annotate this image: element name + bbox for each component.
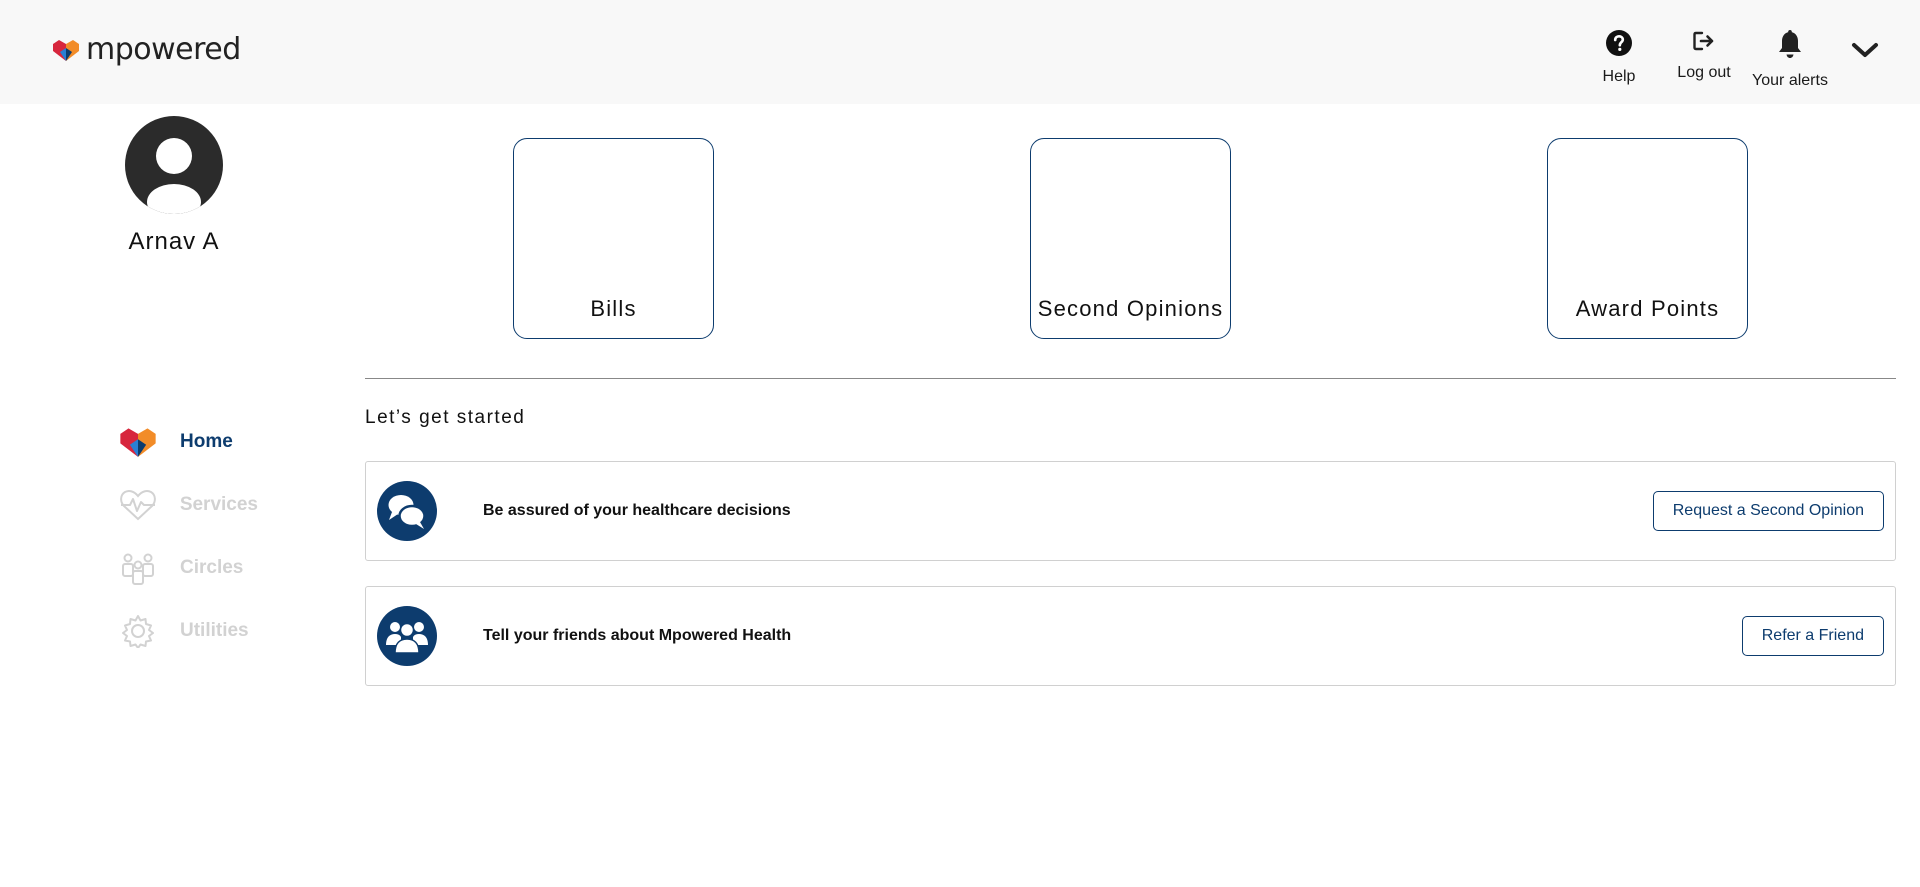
tile-label: Award Points: [1575, 296, 1720, 321]
logout-icon: [1693, 31, 1714, 51]
request-second-opinion-button[interactable]: Request a Second Opinion: [1652, 491, 1884, 531]
card-text: Tell your friends about Mpowered Health: [483, 627, 792, 644]
section-divider: [365, 378, 1896, 379]
sidebar-nav: Home Services Circles Utilities: [118, 410, 258, 662]
chat-bubbles-icon: [377, 481, 437, 541]
sidebar-item-label: Home: [180, 430, 233, 452]
refer-friend-card: Tell your friends about Mpowered Health …: [365, 586, 1896, 686]
sidebar-item-circles[interactable]: Circles: [118, 536, 258, 599]
bills-tile[interactable]: Bills: [513, 138, 714, 339]
brand-logo[interactable]: mpowered: [52, 32, 241, 67]
section-title: Let’s get started: [365, 407, 526, 428]
sidebar-item-label: Utilities: [180, 619, 249, 641]
people-group-icon: [118, 548, 158, 588]
top-bar: mpowered Help Log out Your alerts: [0, 0, 1920, 104]
sidebar-item-label: Services: [179, 493, 258, 515]
sidebar-item-home[interactable]: Home: [118, 410, 258, 473]
award-points-tile[interactable]: Award Points: [1547, 138, 1748, 339]
second-opinion-card: Be assured of your healthcare decisions …: [365, 461, 1896, 561]
user-name: Arnav A: [128, 228, 220, 255]
users-group-icon: [377, 606, 437, 666]
bell-icon: [1779, 30, 1801, 58]
refer-a-friend-button[interactable]: Refer a Friend: [1741, 616, 1884, 656]
heartbeat-icon: [118, 485, 158, 525]
sidebar-item-services[interactable]: Services: [118, 473, 258, 536]
user-profile: Arnav A: [110, 116, 238, 256]
help-label: Help: [1602, 68, 1636, 85]
alerts-button[interactable]: Your alerts: [1748, 30, 1832, 90]
mpowered-logo-icon: [53, 39, 79, 61]
tile-label: Bills: [590, 296, 637, 321]
heart-logo-icon: [118, 422, 158, 462]
account-menu-toggle[interactable]: [1848, 36, 1882, 64]
question-circle-icon: [1606, 30, 1632, 56]
user-avatar-icon: [125, 116, 223, 214]
logout-label: Log out: [1677, 64, 1731, 81]
alerts-label: Your alerts: [1752, 72, 1828, 89]
sidebar-item-utilities[interactable]: Utilities: [118, 599, 258, 662]
help-button[interactable]: Help: [1597, 30, 1641, 86]
brand-name: mpowered: [86, 32, 241, 67]
card-text: Be assured of your healthcare decisions: [483, 502, 791, 519]
gear-icon: [118, 611, 158, 651]
chevron-down-icon: [1852, 43, 1878, 57]
tile-label: Second Opinions: [1037, 296, 1224, 321]
logout-button[interactable]: Log out: [1672, 30, 1736, 82]
second-opinions-tile[interactable]: Second Opinions: [1030, 138, 1231, 339]
sidebar-item-label: Circles: [180, 556, 244, 578]
